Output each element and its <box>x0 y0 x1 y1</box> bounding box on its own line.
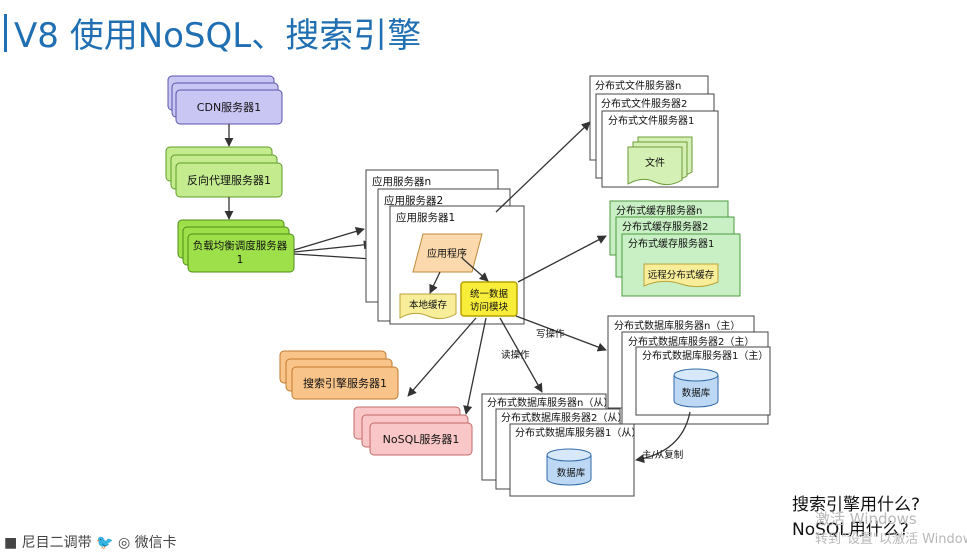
db-slave-stack: 分布式数据库服务器n（从） 分布式数据库服务器2（从） 分布式数据库服务器1（从… <box>481 393 641 497</box>
cache-server-1-label: 分布式缓存服务器1 <box>628 237 714 250</box>
db-master-2-label: 分布式数据库服务器2（主） <box>628 335 754 348</box>
read-operation-label: 读操作 <box>501 349 530 361</box>
app-server-2-label: 应用服务器2 <box>384 194 443 207</box>
file-server-stack: 分布式文件服务器n 分布式文件服务器2 分布式文件服务器1 文件 <box>589 75 719 188</box>
load-balancer-label-line1: 负载均衡调度服务器 <box>193 239 288 252</box>
search-engine-stack: 搜索引擎服务器1 <box>279 350 399 400</box>
app-server-n-label: 应用服务器n <box>372 175 431 188</box>
cdn-server-stack: CDN服务器1 <box>167 75 283 125</box>
db-master-1-label: 分布式数据库服务器1（主） <box>642 349 768 362</box>
app-server-stack: 应用服务器n 应用服务器2 应用服务器1 应用程序 本地缓存 统一数据 访问模块 <box>365 169 525 325</box>
db-master-stack: 分布式数据库服务器n（主） 分布式数据库服务器2（主） 分布式数据库服务器1（主… <box>607 315 771 425</box>
app-server-1-label: 应用服务器1 <box>396 211 455 224</box>
arrow-lb-to-app-2 <box>293 240 373 253</box>
db-slave-db-label: 数据库 <box>557 467 586 479</box>
arrow-data-access-to-cache <box>517 235 607 283</box>
db-slave-1-label: 分布式数据库服务器1（从） <box>515 426 641 439</box>
cache-server-stack: 分布式缓存服务器n 分布式缓存服务器2 分布式缓存服务器1 远程分布式缓存 <box>609 200 741 297</box>
db-slave-2-label: 分布式数据库服务器2（从） <box>501 411 627 424</box>
replication-label: 主/从复制 <box>642 449 683 461</box>
arrow-lb-to-app-n <box>293 226 365 251</box>
db-master-n-label: 分布式数据库服务器n（主） <box>614 319 740 332</box>
windows-watermark-line2: 转到"设置"以激活 Windows <box>815 532 967 547</box>
nosql-label: NoSQL服务器1 <box>383 433 460 446</box>
local-cache-label: 本地缓存 <box>409 299 448 311</box>
write-operation-label: 写操作 <box>536 328 565 340</box>
data-access-label-line1: 统一数据 <box>470 288 509 300</box>
footer-logo-text: ■ 尼目二调带 🐦 ◎ 微信卡 <box>4 535 177 551</box>
reverse-proxy-stack: 反向代理服务器1 <box>165 146 283 198</box>
load-balancer-label-line2: 1 <box>237 254 244 266</box>
reverse-proxy-label: 反向代理服务器1 <box>187 173 271 187</box>
search-engine-label: 搜索引擎服务器1 <box>303 376 387 390</box>
db-slave-n-label: 分布式数据库服务器n（从） <box>487 396 613 409</box>
app-program-label: 应用程序 <box>427 247 467 260</box>
nosql-stack: NoSQL服务器1 <box>353 406 473 456</box>
file-label: 文件 <box>645 156 665 169</box>
load-balancer-stack: 负载均衡调度服务器 1 <box>177 219 295 273</box>
arrow-app-to-file-server <box>495 121 591 213</box>
db-master-db-label: 数据库 <box>682 387 711 399</box>
architecture-diagram: CDN服务器1 反向代理服务器1 负载均衡调度服务器 1 应用服务器n 应用服务… <box>165 75 771 497</box>
remote-cache-label: 远程分布式缓存 <box>648 269 715 281</box>
file-server-2-label: 分布式文件服务器2 <box>601 97 687 110</box>
arrow-app-to-search <box>407 317 477 397</box>
cache-server-2-label: 分布式缓存服务器2 <box>622 220 708 233</box>
file-server-n-label: 分布式文件服务器n <box>595 79 681 92</box>
windows-watermark-line1: 激活 Windows <box>815 510 917 528</box>
file-server-1-label: 分布式文件服务器1 <box>608 114 694 127</box>
cache-server-n-label: 分布式缓存服务器n <box>616 204 702 217</box>
data-access-label-line2: 访问模块 <box>470 301 509 313</box>
cdn-server-label: CDN服务器1 <box>197 101 261 114</box>
